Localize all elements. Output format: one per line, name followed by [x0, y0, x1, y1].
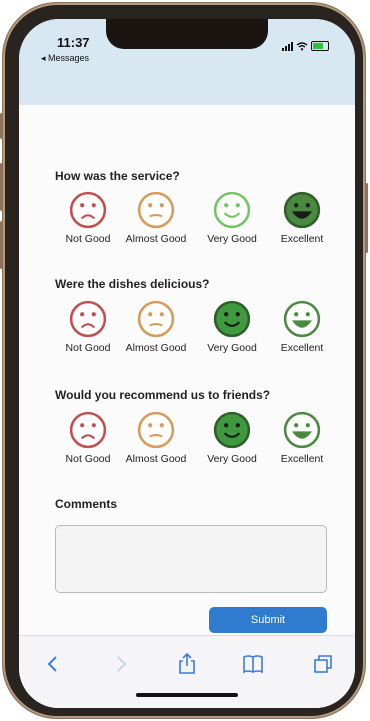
rating-label: Not Good: [65, 233, 111, 245]
question-title: How was the service?: [55, 169, 180, 183]
rating-label: Almost Good: [125, 453, 187, 465]
neutral-face-icon: [118, 411, 194, 449]
system-icons: [282, 41, 329, 51]
sad-face-icon: [50, 191, 126, 229]
rating-option-sad[interactable]: Not Good: [50, 411, 126, 465]
rating-option-sad[interactable]: Not Good: [50, 300, 126, 354]
rating-label: Excellent: [280, 233, 324, 245]
screen: 11:37 ◂ Messages How was the service? Not…: [19, 19, 355, 708]
signal-icon: [282, 41, 293, 51]
rating-label: Almost Good: [125, 342, 187, 354]
status-time: 11:37: [57, 35, 90, 50]
rating-option-excited[interactable]: Excellent: [264, 300, 340, 354]
rating-option-happy[interactable]: Very Good: [194, 300, 270, 354]
rating-option-excited[interactable]: Excellent: [264, 411, 340, 465]
rating-option-excited[interactable]: Excellent: [264, 191, 340, 245]
rating-label: Very Good: [207, 233, 257, 245]
rating-option-happy[interactable]: Very Good: [194, 411, 270, 465]
volume-up-button: [0, 163, 3, 211]
wifi-icon: [296, 41, 308, 50]
neutral-face-icon: [118, 191, 194, 229]
bookmarks-icon[interactable]: [241, 652, 265, 676]
volume-down-button: [0, 221, 3, 269]
share-icon[interactable]: [175, 652, 199, 676]
notch: [106, 19, 268, 49]
rating-group: Not Good Almost Good Very Good Excellent: [50, 191, 330, 255]
happy-face-icon: [194, 411, 270, 449]
rating-label: Not Good: [65, 453, 111, 465]
comments-label: Comments: [55, 497, 118, 511]
browser-toolbar: [19, 635, 355, 708]
excited-face-icon: [264, 300, 340, 338]
excited-face-icon: [264, 411, 340, 449]
rating-option-neutral[interactable]: Almost Good: [118, 300, 194, 354]
rating-group: Not Good Almost Good Very Good Excellent: [50, 300, 330, 364]
rating-label: Not Good: [65, 342, 111, 354]
happy-face-icon: [194, 300, 270, 338]
phone-frame: 11:37 ◂ Messages How was the service? Not…: [0, 3, 368, 718]
back-to-app-link[interactable]: ◂ Messages: [41, 53, 89, 64]
back-icon[interactable]: [41, 652, 65, 676]
excited-face-icon: [264, 191, 340, 229]
submit-button[interactable]: Submit: [209, 607, 327, 633]
rating-option-neutral[interactable]: Almost Good: [118, 411, 194, 465]
neutral-face-icon: [118, 300, 194, 338]
question-title: Would you recommend us to friends?: [55, 388, 271, 402]
forward-icon[interactable]: [109, 652, 133, 676]
rating-label: Almost Good: [125, 233, 187, 245]
rating-option-happy[interactable]: Very Good: [194, 191, 270, 245]
rating-label: Excellent: [280, 342, 324, 354]
battery-icon: [311, 41, 329, 51]
home-indicator: [136, 693, 238, 697]
mute-switch: [0, 113, 3, 139]
sad-face-icon: [50, 411, 126, 449]
happy-face-icon: [194, 191, 270, 229]
survey-form: How was the service? Not Good Almost Good V…: [19, 105, 355, 635]
rating-group: Not Good Almost Good Very Good Excellent: [50, 411, 330, 475]
tabs-icon[interactable]: [311, 652, 335, 676]
rating-option-sad[interactable]: Not Good: [50, 191, 126, 245]
question-title: Were the dishes delicious?: [55, 277, 210, 291]
rating-option-neutral[interactable]: Almost Good: [118, 191, 194, 245]
rating-label: Very Good: [207, 453, 257, 465]
sad-face-icon: [50, 300, 126, 338]
comments-textarea[interactable]: [55, 525, 327, 593]
rating-label: Very Good: [207, 342, 257, 354]
rating-label: Excellent: [280, 453, 324, 465]
power-button: [365, 183, 368, 253]
